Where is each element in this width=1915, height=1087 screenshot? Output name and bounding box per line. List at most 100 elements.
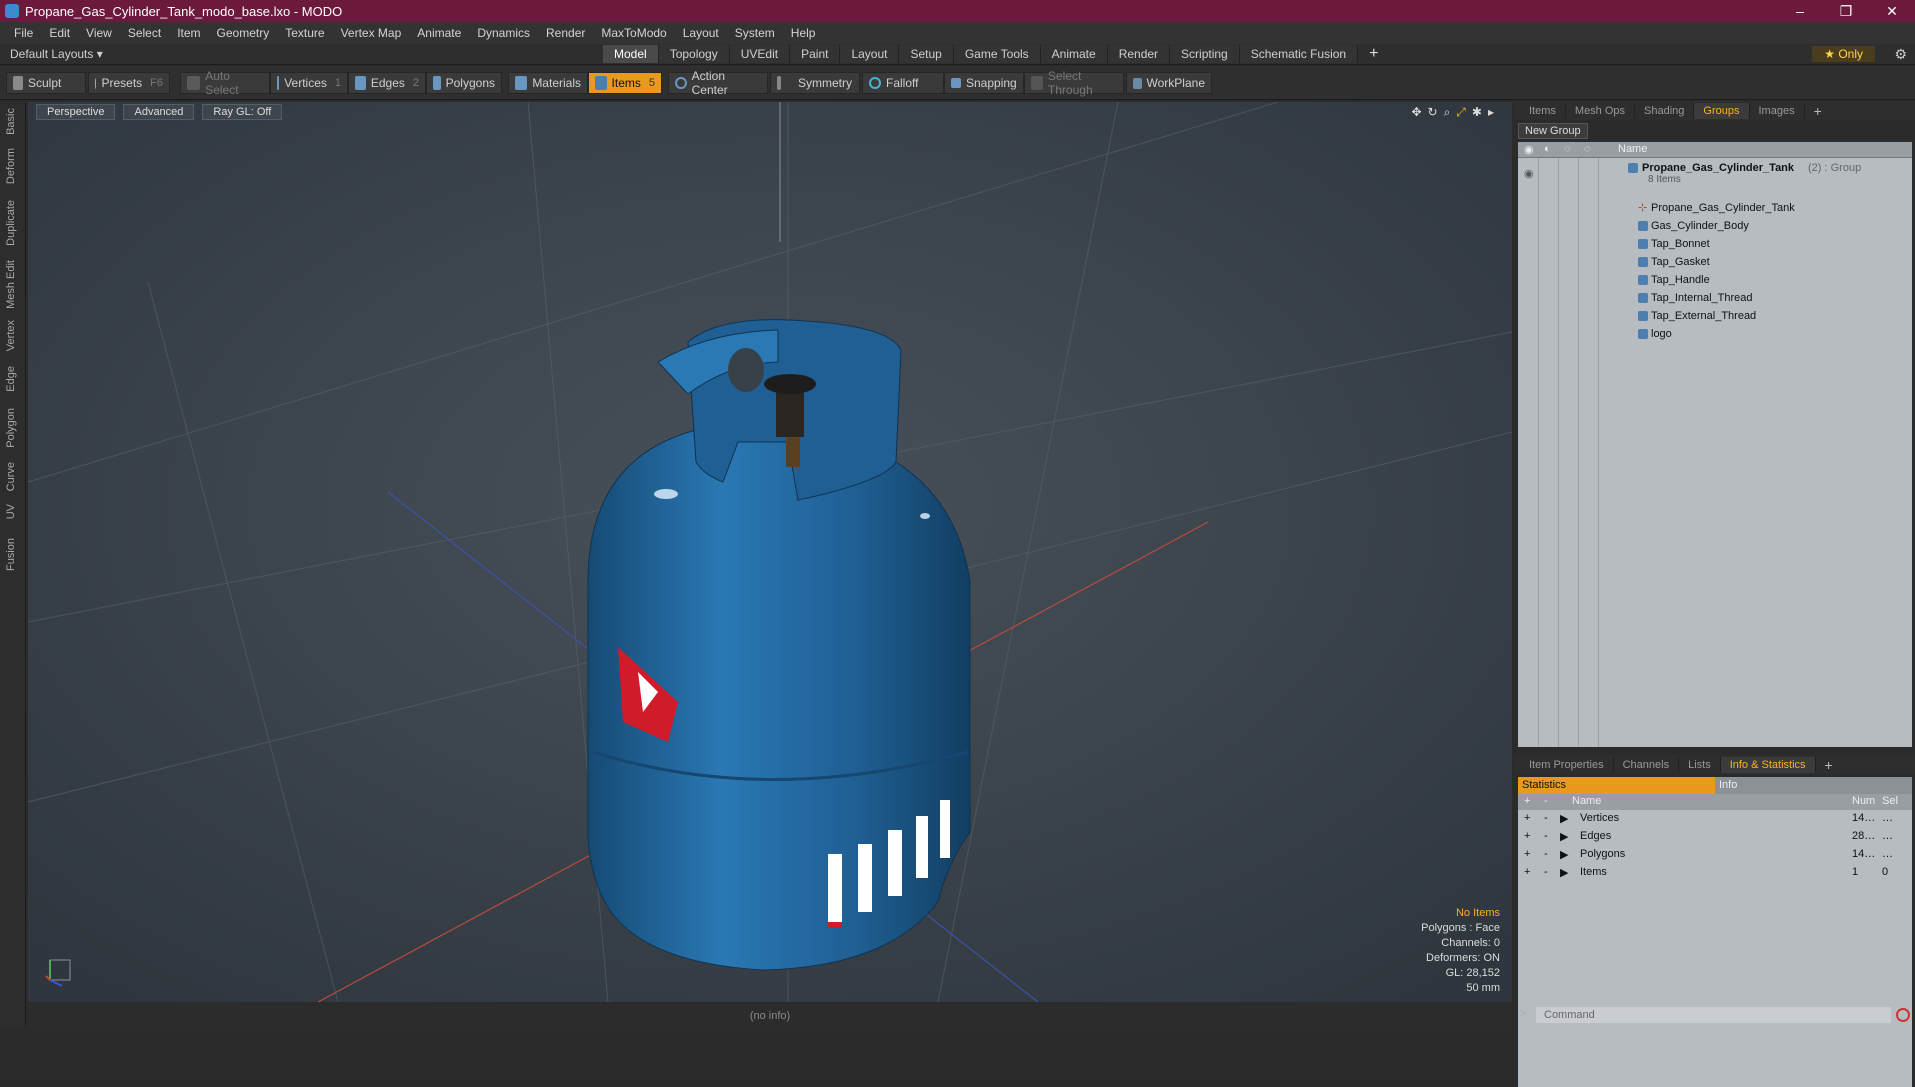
tab-topology[interactable]: Topology	[658, 45, 730, 63]
tab-paint[interactable]: Paint	[790, 45, 841, 63]
tab-model[interactable]: Model	[603, 45, 659, 63]
menu-item[interactable]: Item	[169, 26, 208, 40]
minus-icon[interactable]: -	[1544, 866, 1548, 878]
tab-scripting[interactable]: Scripting	[1170, 45, 1240, 63]
expand-arrow-icon[interactable]: ▶	[1560, 848, 1568, 861]
gear-icon[interactable]: ⚙	[1894, 46, 1907, 63]
lefttab-polygon[interactable]: Polygon	[5, 408, 17, 448]
tab-animate[interactable]: Animate	[1040, 45, 1108, 63]
tab-mesh-ops[interactable]: Mesh Ops	[1566, 102, 1636, 119]
select-through-button[interactable]: Select Through	[1024, 69, 1124, 97]
subtab-info[interactable]: Info	[1715, 777, 1912, 794]
minimize-button[interactable]: –	[1777, 3, 1823, 20]
settings-icon[interactable]: ✱	[1472, 105, 1482, 120]
minus-icon[interactable]: -	[1544, 812, 1548, 824]
shading-button[interactable]: Advanced	[123, 104, 195, 120]
record-macro-icon[interactable]	[1896, 1008, 1910, 1022]
minus-icon[interactable]: -	[1544, 848, 1548, 860]
tab-info-statistics[interactable]: Info & Statistics	[1720, 756, 1816, 773]
plus-icon[interactable]: +	[1524, 812, 1530, 824]
group-row[interactable]: ◉ Propane_Gas_Cylinder_Tank (2) : Group …	[1518, 160, 1912, 186]
materials-button[interactable]: Materials	[508, 72, 588, 94]
tab-item-properties[interactable]: Item Properties	[1520, 756, 1614, 773]
menu-file[interactable]: File	[6, 26, 41, 40]
items-button[interactable]: Items 5	[588, 72, 662, 94]
lefttab-uv[interactable]: UV	[5, 504, 17, 519]
auto-select-button[interactable]: Auto Select	[180, 69, 270, 97]
group-item-row[interactable]: Tap_Gasket	[1518, 254, 1912, 272]
collapse-all-icon[interactable]: -	[1544, 795, 1548, 807]
visibility-eye-icon[interactable]: ◉	[1524, 167, 1534, 180]
falloff-button[interactable]: Falloff	[862, 72, 944, 94]
tab-items[interactable]: Items	[1520, 102, 1566, 119]
group-item-row[interactable]: Tap_Handle	[1518, 272, 1912, 290]
raygl-button[interactable]: Ray GL: Off	[202, 104, 283, 120]
menu-help[interactable]: Help	[783, 26, 824, 40]
menu-render[interactable]: Render	[538, 26, 593, 40]
close-button[interactable]: ✕	[1869, 3, 1915, 20]
perspective-button[interactable]: Perspective	[36, 104, 116, 120]
tab-channels[interactable]: Channels	[1614, 756, 1680, 773]
lefttab-deform[interactable]: Deform	[5, 148, 17, 184]
tab-images[interactable]: Images	[1750, 102, 1805, 119]
command-input[interactable]: Command	[1536, 1007, 1891, 1023]
lefttab-curve[interactable]: Curve	[5, 462, 17, 491]
new-group-button[interactable]: New Group	[1518, 123, 1588, 139]
menu-select[interactable]: Select	[120, 26, 169, 40]
menu-dynamics[interactable]: Dynamics	[469, 26, 538, 40]
expand-arrow-icon[interactable]: ▶	[1560, 812, 1568, 825]
tab-game-tools[interactable]: Game Tools	[953, 45, 1041, 63]
subtab-statistics[interactable]: Statistics	[1518, 777, 1715, 794]
minus-icon[interactable]: -	[1544, 830, 1548, 842]
stat-row[interactable]: + - ▶ Vertices 14……	[1518, 810, 1912, 828]
rotate-view-icon[interactable]: ↻	[1428, 105, 1438, 120]
expand-arrow-icon[interactable]: ▶	[1560, 830, 1568, 843]
tab-groups[interactable]: Groups	[1694, 102, 1750, 119]
tab-shading[interactable]: Shading	[1635, 102, 1695, 119]
vertices-button[interactable]: Vertices 1	[270, 72, 348, 94]
plus-icon[interactable]: +	[1524, 848, 1530, 860]
maximize-button[interactable]: ❐	[1823, 3, 1869, 20]
lefttab-edge[interactable]: Edge	[5, 366, 17, 392]
menu-view[interactable]: View	[78, 26, 120, 40]
default-layouts-dropdown[interactable]: Default Layouts ▾	[10, 47, 103, 61]
menu-layout[interactable]: Layout	[675, 26, 727, 40]
lefttab-basic[interactable]: Basic	[5, 108, 17, 135]
fit-icon[interactable]: ⤢	[1456, 105, 1466, 120]
snapping-button[interactable]: Snapping	[944, 72, 1024, 94]
move-view-icon[interactable]: ✥	[1411, 105, 1421, 120]
tab-setup[interactable]: Setup	[899, 45, 954, 63]
presets-button[interactable]: Presets F6	[88, 72, 170, 94]
menu-animate[interactable]: Animate	[409, 26, 469, 40]
group-item-row[interactable]: Tap_Internal_Thread	[1518, 290, 1912, 308]
stat-row[interactable]: + - ▶ Polygons 14……	[1518, 846, 1912, 864]
group-item-row[interactable]: Tap_Bonnet	[1518, 236, 1912, 254]
tab-render[interactable]: Render	[1107, 45, 1171, 63]
lefttab-vertex[interactable]: Vertex	[5, 320, 17, 351]
workplane-button[interactable]: WorkPlane	[1126, 72, 1212, 94]
3d-viewport[interactable]: Perspective Advanced Ray GL: Off ✥ ↻ ⌕ ⤢…	[28, 102, 1512, 1002]
menu-texture[interactable]: Texture	[277, 26, 332, 40]
symmetry-button[interactable]: Symmetry	[770, 72, 860, 94]
arrow-right-icon[interactable]: ▸	[1488, 105, 1494, 120]
lefttab-mesh-edit[interactable]: Mesh Edit	[5, 260, 17, 309]
plus-icon[interactable]: +	[1524, 830, 1530, 842]
sculpt-button[interactable]: Sculpt	[6, 72, 86, 94]
menu-edit[interactable]: Edit	[41, 26, 78, 40]
add-tab-icon[interactable]: +	[1358, 45, 1389, 63]
add-panel-tab-icon[interactable]: +	[1816, 755, 1842, 775]
edges-button[interactable]: Edges 2	[348, 72, 426, 94]
menu-vertex-map[interactable]: Vertex Map	[333, 26, 410, 40]
group-item-row[interactable]: Tap_External_Thread	[1518, 308, 1912, 326]
only-toggle[interactable]: ★ Only	[1812, 46, 1875, 62]
lefttab-duplicate[interactable]: Duplicate	[5, 200, 17, 246]
expand-all-icon[interactable]: +	[1524, 795, 1530, 807]
tab-schematic-fusion[interactable]: Schematic Fusion	[1239, 45, 1359, 63]
lefttab-fusion[interactable]: Fusion	[5, 538, 17, 571]
stat-row[interactable]: + - ▶ Items 1 0	[1518, 864, 1912, 882]
tab-lists[interactable]: Lists	[1679, 756, 1721, 773]
add-panel-tab-icon[interactable]: +	[1805, 101, 1831, 121]
tab-layout[interactable]: Layout	[840, 45, 900, 63]
group-item-row[interactable]: Gas_Cylinder_Body	[1518, 218, 1912, 236]
group-item-row[interactable]: ⊹ Propane_Gas_Cylinder_Tank	[1518, 200, 1912, 218]
